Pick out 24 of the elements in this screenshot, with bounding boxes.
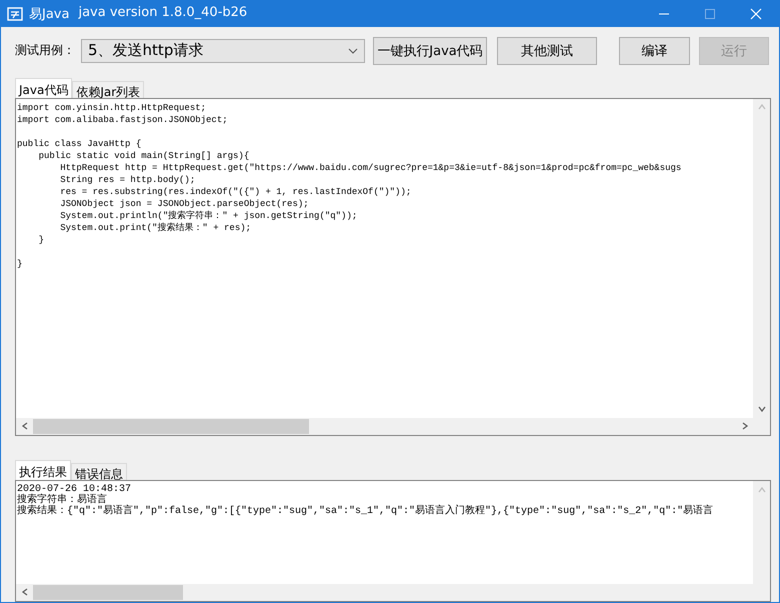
- scrollbar-thumb[interactable]: [33, 418, 309, 434]
- window-title: java version 1.8.0_40-b26: [78, 5, 248, 22]
- maximize-icon: [704, 8, 716, 20]
- test-case-dropdown[interactable]: 5、发送http请求: [81, 38, 365, 63]
- close-icon: [750, 8, 762, 20]
- toolbar-button[interactable]: 其他测试: [497, 36, 597, 65]
- tab[interactable]: 依赖Jar列表: [72, 80, 144, 98]
- scrollbar-thumb[interactable]: [33, 584, 183, 600]
- output-line: 搜索结果：{"q":"易语言","p":false,"g":[{"type":"sug","sa":"s_1","q":"易语言入门教程"},{"type":"sug","sa":"s_2","q":"易语言: [17, 506, 714, 518]
- app-logo-icon: [7, 6, 23, 22]
- scroll-left-icon[interactable]: [20, 588, 28, 596]
- toolbar-button[interactable]: 编译: [619, 36, 690, 65]
- scroll-right-icon[interactable]: [740, 422, 748, 430]
- toolbar-button[interactable]: 一键执行Java代码: [373, 36, 487, 65]
- tab[interactable]: 错误信息: [71, 463, 127, 480]
- scroll-left-icon[interactable]: [20, 422, 28, 430]
- code-editor[interactable]: [15, 98, 771, 436]
- tab[interactable]: Java代码: [15, 78, 72, 98]
- scroll-down-icon[interactable]: [758, 405, 766, 414]
- test-case-label: 测试用例：: [15, 42, 75, 60]
- tab[interactable]: 执行结果: [15, 460, 71, 480]
- app-name: 易Java: [29, 6, 70, 23]
- caret-icon: [348, 48, 358, 54]
- code-text: import com.yinsin.http.HttpRequest; import com.alibaba.fastjson.JSONObject; public class JavaHttp { public static void main(String[] args){ HttpRequest http = HttpRequest.get("https://www.baidu.com/sugrec?pre=1&p=3&ie=utf-8&json=1&prod=pc&from=pc_web&sugs String res = http.body(); res = res.substring(res.indexOf("({") + 1, res.lastIndexOf(")")); JSONObject json = JSONObject.parseObject(res); System.out.println("搜索字符串：" + json.getString("q")); System.out.print("搜索结果：" + res); } }: [16, 102, 682, 271]
